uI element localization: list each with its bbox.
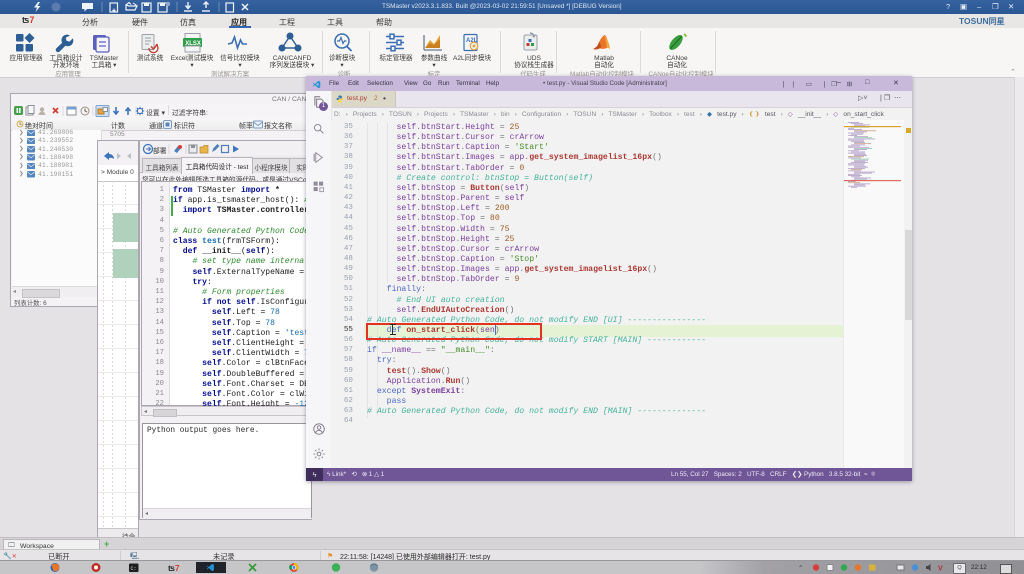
svg-text:ʦ7: ʦ7 (168, 563, 180, 573)
svg-text:V: V (938, 566, 943, 573)
svg-text:C:: C: (131, 566, 137, 572)
